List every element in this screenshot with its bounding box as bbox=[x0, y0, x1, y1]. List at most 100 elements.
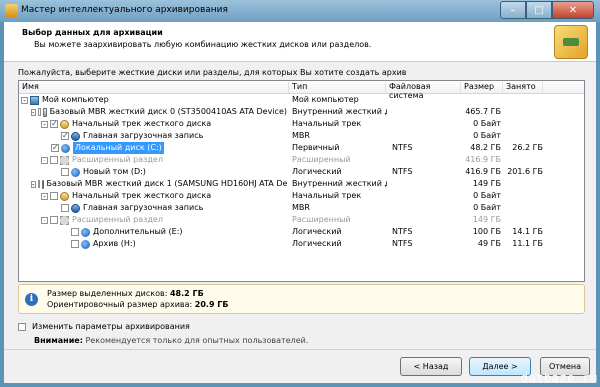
row-size: 0 Байт bbox=[473, 191, 501, 200]
row-type: Логический bbox=[292, 227, 342, 236]
row-type: Внутренний жесткий диск bbox=[292, 107, 387, 116]
disk-checkbox[interactable] bbox=[37, 108, 41, 116]
row-size: 465.7 ГБ bbox=[465, 107, 501, 116]
row-name: Мой компьютер bbox=[42, 95, 109, 104]
selection-prompt: Пожалуйста, выберите жесткие диски или р… bbox=[18, 68, 407, 77]
selected-size-value: 48.2 ГБ bbox=[169, 289, 204, 298]
row-type: Логический bbox=[292, 167, 342, 176]
step-title: Выбор данных для архивации bbox=[22, 28, 163, 37]
collapse-toggle[interactable]: - bbox=[41, 120, 48, 128]
row-size: 416.9 ГБ bbox=[465, 155, 501, 164]
row-used: 14.1 ГБ bbox=[512, 227, 543, 236]
change-options-checkbox[interactable] bbox=[18, 322, 26, 331]
row-size: 416.9 ГБ bbox=[465, 167, 501, 176]
row-size: 49 ГБ bbox=[477, 239, 501, 248]
row-type: MBR bbox=[292, 203, 310, 212]
row-type: MBR bbox=[292, 131, 310, 140]
table-row[interactable]: - Мой компьютер Мой компьютер bbox=[19, 94, 584, 106]
row-size: 0 Байт bbox=[473, 203, 501, 212]
track-checkbox[interactable] bbox=[50, 192, 58, 200]
collapse-toggle[interactable]: - bbox=[41, 216, 48, 224]
table-row[interactable]: - Начальный трек жесткого диска Начальны… bbox=[19, 118, 584, 130]
minimize-button[interactable]: – bbox=[500, 1, 526, 19]
row-fs: NTFS bbox=[392, 239, 413, 248]
col-size-header[interactable]: Размер bbox=[461, 82, 503, 93]
selection-summary: i Размер выделенных дисков: 48.2 ГБ Орие… bbox=[18, 284, 585, 314]
wizard-window: Мастер интеллектуального архивирования –… bbox=[0, 0, 600, 387]
table-row[interactable]: Новый том (D:) Логический NTFS 416.9 ГБ … bbox=[19, 166, 584, 178]
back-button[interactable]: < Назад bbox=[400, 357, 462, 376]
collapse-toggle[interactable]: - bbox=[41, 192, 48, 200]
row-used: 26.2 ГБ bbox=[512, 143, 543, 152]
watermark: datbaze.ru bbox=[520, 371, 598, 385]
maximize-button[interactable]: □ bbox=[526, 1, 552, 19]
extended-partition-icon bbox=[60, 155, 69, 165]
col-name-header[interactable]: Имя bbox=[19, 82, 289, 93]
row-type: Внутренний жесткий диск bbox=[292, 179, 387, 188]
mbr-checkbox[interactable] bbox=[61, 130, 69, 142]
table-row-selected[interactable]: Локальный диск (C:) Первичный NTFS 48.2 … bbox=[19, 142, 584, 154]
table-row[interactable]: - Начальный трек жесткого диска Начальны… bbox=[19, 190, 584, 202]
row-fs: NTFS bbox=[392, 167, 413, 176]
archive-estimate-value: 20.9 ГБ bbox=[194, 300, 229, 309]
disk-tree-table[interactable]: Имя Тип Файловая система Размер Занято -… bbox=[18, 80, 585, 282]
table-row[interactable]: Архив (H:) Логический NTFS 49 ГБ 11.1 ГБ bbox=[19, 238, 584, 250]
row-size: 0 Байт bbox=[473, 119, 501, 128]
table-row[interactable]: - Расширенный раздел Расширенный 416.9 Г… bbox=[19, 154, 584, 166]
row-name: Главная загрузочная запись bbox=[83, 131, 204, 140]
computer-icon bbox=[30, 95, 39, 105]
window-controls: – □ ✕ bbox=[500, 1, 594, 19]
table-row[interactable]: Дополнительный (E:) Логический NTFS 100 … bbox=[19, 226, 584, 238]
info-icon: i bbox=[25, 293, 38, 306]
hard-disk-icon bbox=[42, 107, 47, 117]
hard-disk-icon bbox=[41, 179, 44, 189]
table-header: Имя Тип Файловая система Размер Занято bbox=[19, 81, 584, 100]
archive-estimate-label: Ориентировочный размер архива: bbox=[47, 300, 193, 309]
table-row[interactable]: - Расширенный раздел Расширенный 149 ГБ bbox=[19, 214, 584, 226]
row-type: Расширенный bbox=[292, 215, 351, 224]
change-options-row[interactable]: Изменить параметры архивирования bbox=[18, 322, 190, 331]
partition-checkbox[interactable] bbox=[71, 240, 79, 248]
col-type-header[interactable]: Тип bbox=[289, 82, 386, 93]
row-name: Локальный диск (C:) bbox=[73, 142, 164, 154]
row-name: Архив (H:) bbox=[93, 239, 136, 248]
selected-size-label: Размер выделенных дисков: bbox=[47, 289, 168, 298]
table-row[interactable]: - Базовый MBR жесткий диск 0 (ST3500410A… bbox=[19, 106, 584, 118]
collapse-toggle[interactable]: - bbox=[41, 156, 48, 164]
extended-checkbox[interactable] bbox=[50, 156, 58, 164]
track-icon bbox=[60, 119, 69, 129]
close-button[interactable]: ✕ bbox=[552, 1, 594, 19]
partition-checkbox[interactable] bbox=[51, 142, 59, 154]
table-row[interactable]: Главная загрузочная запись MBR 0 Байт bbox=[19, 202, 584, 214]
partition-checkbox[interactable] bbox=[61, 168, 69, 176]
extended-partition-icon bbox=[60, 215, 69, 225]
row-fs: NTFS bbox=[392, 227, 413, 236]
title-bar: Мастер интеллектуального архивирования –… bbox=[0, 0, 600, 22]
collapse-toggle[interactable]: - bbox=[31, 180, 36, 188]
window-title: Мастер интеллектуального архивирования bbox=[21, 5, 228, 15]
row-name: Начальный трек жесткого диска bbox=[72, 119, 212, 128]
row-fs: NTFS bbox=[392, 143, 413, 152]
col-fs-header[interactable]: Файловая система bbox=[386, 82, 461, 100]
row-name: Дополнительный (E:) bbox=[93, 227, 183, 236]
mbr-checkbox[interactable] bbox=[61, 204, 69, 212]
col-used-header[interactable]: Занято bbox=[503, 82, 543, 93]
change-options-label[interactable]: Изменить параметры архивирования bbox=[32, 322, 190, 331]
track-icon bbox=[60, 191, 69, 201]
table-row[interactable]: - Базовый MBR жесткий диск 1 (SAMSUNG HD… bbox=[19, 178, 584, 190]
disk-checkbox[interactable] bbox=[37, 180, 40, 188]
row-name: Базовый MBR жесткий диск 1 (SAMSUNG HD16… bbox=[46, 179, 287, 188]
table-row[interactable]: Главная загрузочная запись MBR 0 Байт bbox=[19, 130, 584, 142]
partition-checkbox[interactable] bbox=[71, 228, 79, 236]
partition-icon bbox=[81, 227, 90, 237]
wizard-client: Выбор данных для архивации Вы можете заа… bbox=[4, 22, 596, 383]
partition-icon bbox=[81, 239, 90, 249]
collapse-toggle[interactable]: - bbox=[31, 108, 36, 116]
extended-checkbox[interactable] bbox=[50, 216, 58, 224]
warning-text: Рекомендуется только для опытных пользов… bbox=[85, 336, 309, 345]
track-checkbox[interactable] bbox=[50, 118, 58, 130]
partition-icon bbox=[71, 167, 80, 177]
wizard-header: Выбор данных для архивации Вы можете заа… bbox=[4, 22, 596, 62]
collapse-toggle[interactable]: - bbox=[21, 96, 28, 104]
row-used: 201.6 ГБ bbox=[507, 167, 543, 176]
